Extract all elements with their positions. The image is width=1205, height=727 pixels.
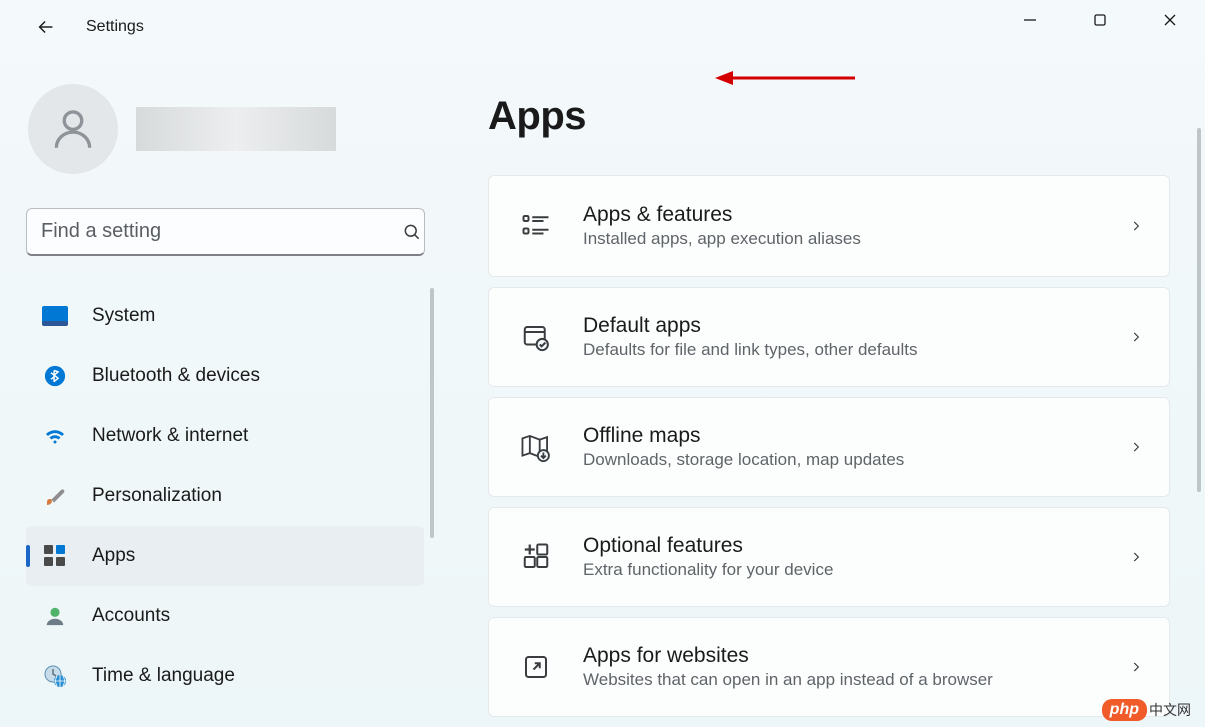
chevron-right-icon xyxy=(1127,658,1145,676)
nav-scrollbar[interactable] xyxy=(430,288,434,538)
main-content: Apps Apps & features Installed apps, app… xyxy=(460,54,1205,727)
sidebar-item-label: Apps xyxy=(92,545,135,567)
sidebar-item-label: System xyxy=(92,305,155,327)
maximize-button[interactable] xyxy=(1065,0,1135,40)
apps-grid-icon xyxy=(42,543,68,569)
card-apps-for-websites[interactable]: Apps for websites Websites that can open… xyxy=(488,617,1170,717)
map-download-icon xyxy=(519,430,553,464)
sidebar-item-accounts[interactable]: Accounts xyxy=(26,586,424,646)
search-container xyxy=(26,208,440,256)
card-title: Default apps xyxy=(583,314,1097,338)
titlebar: Settings xyxy=(0,0,1205,54)
page-title: Apps xyxy=(488,94,1205,139)
person-icon xyxy=(48,104,98,154)
chevron-right-icon xyxy=(1127,217,1145,235)
list-icon xyxy=(519,209,553,243)
search-icon xyxy=(402,222,422,242)
card-title: Apps for websites xyxy=(583,644,1097,668)
card-apps-and-features[interactable]: Apps & features Installed apps, app exec… xyxy=(488,175,1170,277)
sidebar-item-time[interactable]: Time & language xyxy=(26,646,424,706)
main-scrollbar[interactable] xyxy=(1197,128,1201,492)
add-feature-icon xyxy=(519,540,553,574)
back-button[interactable] xyxy=(26,7,66,47)
card-title: Apps & features xyxy=(583,203,1097,227)
settings-cards: Apps & features Installed apps, app exec… xyxy=(488,175,1170,717)
arrow-left-icon xyxy=(35,16,57,38)
chevron-right-icon xyxy=(1127,438,1145,456)
watermark-logo: php xyxy=(1102,699,1147,721)
sidebar-item-label: Accounts xyxy=(92,605,170,627)
chevron-right-icon xyxy=(1127,548,1145,566)
sidebar-item-label: Personalization xyxy=(92,485,222,507)
display-icon xyxy=(42,303,68,329)
maximize-icon xyxy=(1093,13,1107,27)
close-button[interactable] xyxy=(1135,0,1205,40)
clock-globe-icon xyxy=(42,663,68,689)
chevron-right-icon xyxy=(1127,328,1145,346)
sidebar-item-bluetooth[interactable]: Bluetooth & devices xyxy=(26,346,424,406)
card-subtitle: Installed apps, app execution aliases xyxy=(583,229,1097,249)
paintbrush-icon xyxy=(42,483,68,509)
card-title: Optional features xyxy=(583,534,1097,558)
avatar xyxy=(28,84,118,174)
sidebar: System Bluetooth & devices Network & int… xyxy=(0,54,460,727)
card-default-apps[interactable]: Default apps Defaults for file and link … xyxy=(488,287,1170,387)
search-input[interactable] xyxy=(26,208,425,256)
watermark-text: 中文网 xyxy=(1149,700,1191,720)
card-title: Offline maps xyxy=(583,424,1097,448)
nav-list: System Bluetooth & devices Network & int… xyxy=(26,286,440,706)
card-subtitle: Websites that can open in an app instead… xyxy=(583,670,1097,690)
card-optional-features[interactable]: Optional features Extra functionality fo… xyxy=(488,507,1170,607)
default-apps-icon xyxy=(519,320,553,354)
sidebar-item-network[interactable]: Network & internet xyxy=(26,406,424,466)
sidebar-item-personalization[interactable]: Personalization xyxy=(26,466,424,526)
bluetooth-icon xyxy=(42,363,68,389)
wifi-icon xyxy=(42,423,68,449)
callout-arrow-icon xyxy=(715,68,855,88)
sidebar-item-label: Time & language xyxy=(92,665,235,687)
card-subtitle: Downloads, storage location, map updates xyxy=(583,450,1097,470)
sidebar-item-system[interactable]: System xyxy=(26,286,424,346)
card-offline-maps[interactable]: Offline maps Downloads, storage location… xyxy=(488,397,1170,497)
minimize-icon xyxy=(1023,13,1037,27)
account-icon xyxy=(42,603,68,629)
sidebar-item-apps[interactable]: Apps xyxy=(26,526,424,586)
sidebar-item-label: Bluetooth & devices xyxy=(92,365,260,387)
user-info[interactable] xyxy=(26,84,440,174)
watermark: php 中文网 xyxy=(1102,699,1191,721)
close-icon xyxy=(1163,13,1177,27)
sidebar-item-label: Network & internet xyxy=(92,425,248,447)
open-external-icon xyxy=(519,650,553,684)
card-subtitle: Extra functionality for your device xyxy=(583,560,1097,580)
user-name-redacted xyxy=(136,107,336,151)
minimize-button[interactable] xyxy=(995,0,1065,40)
card-subtitle: Defaults for file and link types, other … xyxy=(583,340,1097,360)
app-title: Settings xyxy=(86,18,144,36)
